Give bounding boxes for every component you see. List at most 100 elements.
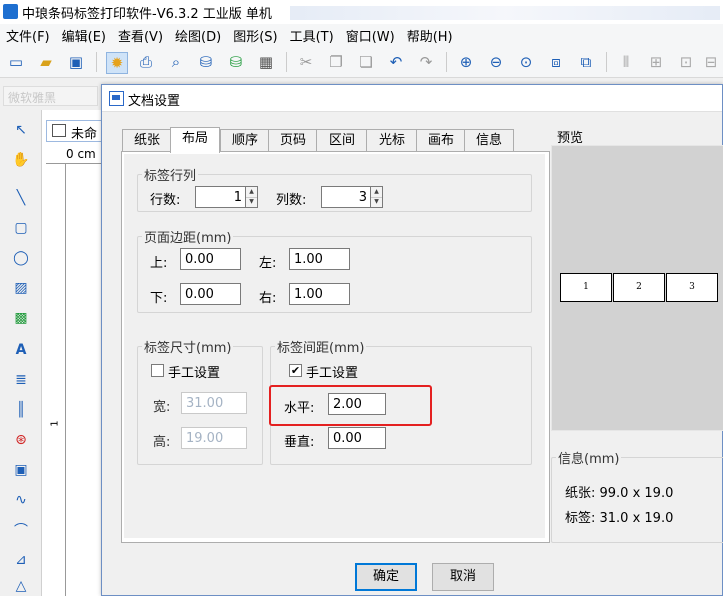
- toolbar-separator: [96, 52, 97, 72]
- label-width-label: 宽:: [153, 400, 171, 415]
- fit-page-icon[interactable]: ⧈: [546, 52, 566, 72]
- menu-view[interactable]: 查看(V): [112, 26, 169, 45]
- tab-info[interactable]: 信息: [464, 129, 514, 152]
- tab-range[interactable]: 区间: [316, 129, 368, 152]
- label-width-input[interactable]: [181, 392, 247, 414]
- open-icon[interactable]: ▰: [36, 52, 56, 72]
- menu-draw[interactable]: 绘图(D): [169, 26, 227, 45]
- gap-vertical-input[interactable]: [328, 427, 386, 449]
- rows-label: 行数:: [150, 193, 181, 208]
- rows-down-icon[interactable]: ▼: [246, 197, 257, 207]
- label-size-info: 标签: 31.0 x 19.0: [565, 511, 674, 526]
- line-tool-icon[interactable]: ╲: [11, 188, 31, 208]
- curve-tool-icon[interactable]: ∿: [11, 490, 31, 510]
- tab-order[interactable]: 顺序: [220, 129, 270, 152]
- database-icon[interactable]: ⛁: [196, 52, 216, 72]
- cols-down-icon[interactable]: ▼: [371, 197, 382, 207]
- copy-icon[interactable]: ❐: [326, 52, 346, 72]
- align-right-icon[interactable]: ⊟: [701, 52, 721, 72]
- toolbar-separator: [606, 52, 607, 72]
- print-preview-icon[interactable]: ⌕: [166, 52, 186, 72]
- cols-label: 列数:: [276, 193, 307, 208]
- zoom-in-icon[interactable]: ⊕: [456, 52, 476, 72]
- ellipse-tool-icon[interactable]: ◯: [11, 248, 31, 268]
- database-add-icon[interactable]: ⛁: [226, 52, 246, 72]
- label-gap-legend: 标签间距(mm): [277, 341, 365, 356]
- document-icon: [52, 124, 66, 137]
- preview-label-cell: 2: [613, 273, 665, 302]
- undo-icon[interactable]: ↶: [386, 52, 406, 72]
- cancel-button[interactable]: 取消: [432, 563, 494, 591]
- rows-stepper[interactable]: ▲ ▼: [246, 186, 258, 208]
- text-tool-icon[interactable]: A: [11, 340, 31, 360]
- margin-top-input[interactable]: [180, 248, 241, 270]
- menu-edit[interactable]: 编辑(E): [56, 26, 112, 45]
- layout-preview: 1 2 3: [551, 145, 723, 431]
- qrcode-tool-icon[interactable]: ▣: [11, 460, 31, 480]
- font-family-select[interactable]: 微软雅黑: [3, 86, 98, 106]
- barcode-tool-icon[interactable]: ║: [11, 400, 31, 420]
- margin-right-label: 右:: [259, 291, 277, 306]
- arc-tool-icon[interactable]: ⌒: [11, 520, 31, 540]
- rectangle-tool-icon[interactable]: ▢: [11, 218, 31, 238]
- tab-cursor[interactable]: 光标: [366, 129, 418, 152]
- drawing-tools-palette: ↖ ✋ ╲ ▢ ◯ ▨ ▩ A ≣ ║ ⊛ ▣ ∿ ⌒ ⊿ △: [0, 110, 42, 596]
- redo-icon[interactable]: ↷: [416, 52, 436, 72]
- image-tool-icon[interactable]: ▨: [11, 278, 31, 298]
- label-height-input[interactable]: [181, 427, 247, 449]
- zoom-fit-icon[interactable]: ⊙: [516, 52, 536, 72]
- paste-icon[interactable]: ❏: [356, 52, 376, 72]
- label-gap-manual-label: 手工设置: [306, 366, 359, 381]
- cols-input[interactable]: [321, 186, 371, 208]
- tab-canvas[interactable]: 画布: [416, 129, 466, 152]
- tab-paper[interactable]: 纸张: [122, 129, 172, 152]
- print-icon[interactable]: ⎙: [136, 52, 156, 72]
- app-title: 中琅条码标签打印软件-V6.3.2 工业版 单机: [22, 7, 272, 22]
- select-pointer-icon[interactable]: ↖: [11, 120, 31, 140]
- label-size-manual-checkbox[interactable]: [151, 364, 164, 377]
- dialog-titlebar: 文档设置: [102, 85, 722, 112]
- zoom-out-icon[interactable]: ⊖: [486, 52, 506, 72]
- margin-right-input[interactable]: [289, 283, 350, 305]
- tab-layout[interactable]: 布局: [170, 127, 220, 153]
- fit-width-icon[interactable]: ⧉: [576, 52, 596, 72]
- multiline-text-icon[interactable]: ≣: [11, 370, 31, 390]
- ruler-horizontal: 0 cm: [46, 146, 102, 164]
- label-gap-manual-checkbox[interactable]: ✔: [289, 364, 302, 377]
- gap-vertical-label: 垂直:: [284, 435, 315, 450]
- align-left-icon[interactable]: ⫴: [616, 52, 636, 72]
- margin-bottom-input[interactable]: [180, 283, 241, 305]
- dialog-title: 文档设置: [128, 94, 181, 109]
- menu-help[interactable]: 帮助(H): [401, 26, 459, 45]
- shape-tool-icon[interactable]: ⊛: [11, 430, 31, 450]
- save-icon[interactable]: ▣: [66, 52, 86, 72]
- menu-shape[interactable]: 图形(S): [227, 26, 283, 45]
- triangle-tool-icon[interactable]: △: [11, 576, 31, 596]
- toolbar-separator: [286, 52, 287, 72]
- grid-icon[interactable]: ▦: [256, 52, 276, 72]
- rows-input[interactable]: [195, 186, 246, 208]
- menu-tools[interactable]: 工具(T): [284, 26, 340, 45]
- picture-tool-icon[interactable]: ▩: [11, 308, 31, 328]
- blurred-tabs-strip: [290, 6, 720, 20]
- ok-button[interactable]: 确定: [355, 563, 417, 591]
- pan-hand-icon[interactable]: ✋: [11, 150, 31, 170]
- new-icon[interactable]: ▭: [6, 52, 26, 72]
- paper-size-info: 纸张: 99.0 x 19.0: [565, 486, 674, 501]
- menu-file[interactable]: 文件(F): [0, 26, 56, 45]
- info-legend: 信息(mm): [558, 452, 620, 467]
- label-size-legend: 标签尺寸(mm): [144, 341, 232, 356]
- dialog-window-icon: [109, 91, 124, 106]
- menu-bar: 文件(F) 编辑(E) 查看(V) 绘图(D) 图形(S) 工具(T) 窗口(W…: [0, 24, 723, 46]
- margin-left-input[interactable]: [289, 248, 350, 270]
- rows-cols-legend: 标签行列: [144, 169, 197, 184]
- align-distribute-icon[interactable]: ⊡: [676, 52, 696, 72]
- settings-icon[interactable]: ✹: [106, 52, 128, 74]
- cut-icon[interactable]: ✂: [296, 52, 316, 72]
- tab-page-number[interactable]: 页码: [268, 129, 318, 152]
- label-height-label: 高:: [153, 435, 171, 450]
- align-center-icon[interactable]: ⊞: [646, 52, 666, 72]
- cols-stepper[interactable]: ▲ ▼: [371, 186, 383, 208]
- menu-window[interactable]: 窗口(W): [340, 26, 401, 45]
- polyline-tool-icon[interactable]: ⊿: [11, 550, 31, 570]
